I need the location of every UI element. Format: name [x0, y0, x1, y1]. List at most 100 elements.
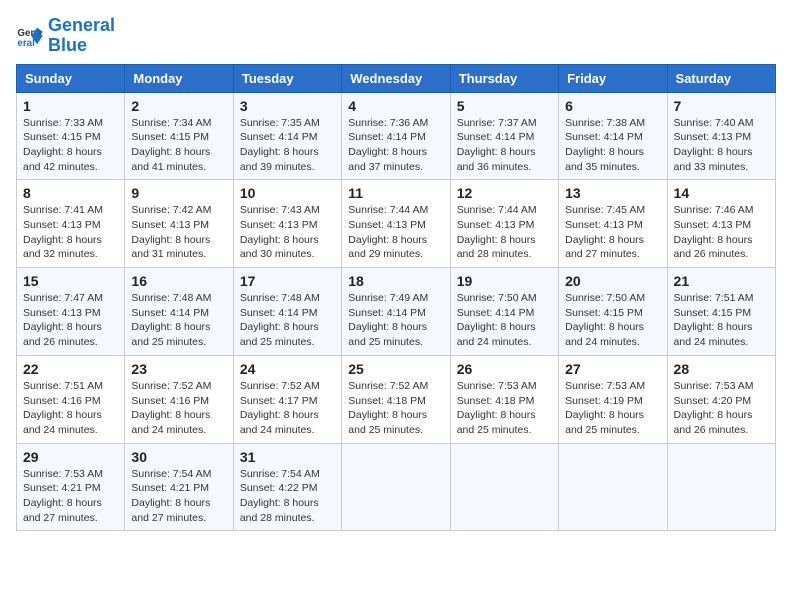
day-number: 19	[457, 273, 552, 289]
calendar-cell	[342, 443, 450, 531]
day-info: Sunrise: 7:33 AMSunset: 4:15 PMDaylight:…	[23, 116, 118, 175]
calendar-cell: 19 Sunrise: 7:50 AMSunset: 4:14 PMDayligh…	[450, 268, 558, 356]
day-number: 6	[565, 98, 660, 114]
day-info: Sunrise: 7:44 AMSunset: 4:13 PMDaylight:…	[348, 203, 443, 262]
calendar-cell: 31 Sunrise: 7:54 AMSunset: 4:22 PMDayligh…	[233, 443, 341, 531]
calendar-cell: 25Sunrise: 7:52 AMSunset: 4:18 PMDayligh…	[342, 355, 450, 443]
day-number: 26	[457, 361, 552, 377]
calendar-cell: 26 Sunrise: 7:53 AMSunset: 4:18 PMDayligh…	[450, 355, 558, 443]
day-number: 3	[240, 98, 335, 114]
calendar-cell: 22 Sunrise: 7:51 AMSunset: 4:16 PMDayligh…	[17, 355, 125, 443]
calendar-cell	[559, 443, 667, 531]
day-number: 27	[565, 361, 660, 377]
day-info: Sunrise: 7:45 AMSunset: 4:13 PMDaylight:…	[565, 203, 660, 262]
day-number: 30	[131, 449, 226, 465]
calendar-week-5: 29 Sunrise: 7:53 AMSunset: 4:21 PMDayligh…	[17, 443, 776, 531]
calendar-week-3: 15 Sunrise: 7:47 AMSunset: 4:13 PMDayligh…	[17, 268, 776, 356]
day-number: 7	[674, 98, 769, 114]
day-number: 16	[131, 273, 226, 289]
day-info: Sunrise: 7:49 AMSunset: 4:14 PMDaylight:…	[348, 291, 443, 350]
calendar-cell: 14Sunrise: 7:46 AMSunset: 4:13 PMDayligh…	[667, 180, 775, 268]
page-header: Gen eral GeneralBlue	[16, 16, 776, 56]
weekday-header-thursday: Thursday	[450, 64, 558, 92]
calendar-cell: 4 Sunrise: 7:36 AMSunset: 4:14 PMDaylight…	[342, 92, 450, 180]
day-info: Sunrise: 7:46 AMSunset: 4:13 PMDaylight:…	[674, 203, 769, 262]
weekday-header-saturday: Saturday	[667, 64, 775, 92]
day-number: 13	[565, 185, 660, 201]
day-info: Sunrise: 7:36 AMSunset: 4:14 PMDaylight:…	[348, 116, 443, 175]
calendar-cell: 9 Sunrise: 7:42 AMSunset: 4:13 PMDaylight…	[125, 180, 233, 268]
day-number: 9	[131, 185, 226, 201]
day-info: Sunrise: 7:50 AMSunset: 4:14 PMDaylight:…	[457, 291, 552, 350]
calendar-table: SundayMondayTuesdayWednesdayThursdayFrid…	[16, 64, 776, 532]
day-number: 29	[23, 449, 118, 465]
day-number: 4	[348, 98, 443, 114]
calendar-cell: 5 Sunrise: 7:37 AMSunset: 4:14 PMDaylight…	[450, 92, 558, 180]
calendar-body: 1 Sunrise: 7:33 AMSunset: 4:15 PMDaylight…	[17, 92, 776, 531]
weekday-header-monday: Monday	[125, 64, 233, 92]
logo: Gen eral GeneralBlue	[16, 16, 115, 56]
day-number: 11	[348, 185, 443, 201]
calendar-cell: 6Sunrise: 7:38 AMSunset: 4:14 PMDaylight…	[559, 92, 667, 180]
day-info: Sunrise: 7:43 AMSunset: 4:13 PMDaylight:…	[240, 203, 335, 262]
calendar-cell: 15 Sunrise: 7:47 AMSunset: 4:13 PMDayligh…	[17, 268, 125, 356]
day-number: 2	[131, 98, 226, 114]
day-number: 23	[131, 361, 226, 377]
logo-text: GeneralBlue	[48, 16, 115, 56]
weekday-header-sunday: Sunday	[17, 64, 125, 92]
day-info: Sunrise: 7:44 AMSunset: 4:13 PMDaylight:…	[457, 203, 552, 262]
svg-text:eral: eral	[17, 38, 35, 49]
day-number: 31	[240, 449, 335, 465]
day-info: Sunrise: 7:35 AMSunset: 4:14 PMDaylight:…	[240, 116, 335, 175]
day-info: Sunrise: 7:42 AMSunset: 4:13 PMDaylight:…	[131, 203, 226, 262]
day-info: Sunrise: 7:52 AMSunset: 4:17 PMDaylight:…	[240, 379, 335, 438]
calendar-cell: 28 Sunrise: 7:53 AMSunset: 4:20 PMDayligh…	[667, 355, 775, 443]
weekday-header-wednesday: Wednesday	[342, 64, 450, 92]
day-number: 28	[674, 361, 769, 377]
day-info: Sunrise: 7:54 AMSunset: 4:22 PMDaylight:…	[240, 467, 335, 526]
calendar-cell: 1 Sunrise: 7:33 AMSunset: 4:15 PMDaylight…	[17, 92, 125, 180]
day-info: Sunrise: 7:53 AMSunset: 4:21 PMDaylight:…	[23, 467, 118, 526]
day-number: 1	[23, 98, 118, 114]
calendar-cell	[667, 443, 775, 531]
day-info: Sunrise: 7:51 AMSunset: 4:16 PMDaylight:…	[23, 379, 118, 438]
calendar-week-1: 1 Sunrise: 7:33 AMSunset: 4:15 PMDaylight…	[17, 92, 776, 180]
weekday-header-row: SundayMondayTuesdayWednesdayThursdayFrid…	[17, 64, 776, 92]
calendar-cell: 12Sunrise: 7:44 AMSunset: 4:13 PMDayligh…	[450, 180, 558, 268]
day-info: Sunrise: 7:52 AMSunset: 4:16 PMDaylight:…	[131, 379, 226, 438]
calendar-cell	[450, 443, 558, 531]
calendar-cell: 2Sunrise: 7:34 AMSunset: 4:15 PMDaylight…	[125, 92, 233, 180]
day-info: Sunrise: 7:41 AMSunset: 4:13 PMDaylight:…	[23, 203, 118, 262]
day-number: 18	[348, 273, 443, 289]
day-number: 22	[23, 361, 118, 377]
calendar-cell: 3 Sunrise: 7:35 AMSunset: 4:14 PMDaylight…	[233, 92, 341, 180]
day-info: Sunrise: 7:53 AMSunset: 4:19 PMDaylight:…	[565, 379, 660, 438]
calendar-cell: 24 Sunrise: 7:52 AMSunset: 4:17 PMDayligh…	[233, 355, 341, 443]
calendar-cell: 23 Sunrise: 7:52 AMSunset: 4:16 PMDayligh…	[125, 355, 233, 443]
day-number: 24	[240, 361, 335, 377]
weekday-header-tuesday: Tuesday	[233, 64, 341, 92]
day-number: 5	[457, 98, 552, 114]
day-info: Sunrise: 7:53 AMSunset: 4:20 PMDaylight:…	[674, 379, 769, 438]
day-number: 20	[565, 273, 660, 289]
day-info: Sunrise: 7:37 AMSunset: 4:14 PMDaylight:…	[457, 116, 552, 175]
day-info: Sunrise: 7:54 AMSunset: 4:21 PMDaylight:…	[131, 467, 226, 526]
day-info: Sunrise: 7:53 AMSunset: 4:18 PMDaylight:…	[457, 379, 552, 438]
calendar-cell: 27 Sunrise: 7:53 AMSunset: 4:19 PMDayligh…	[559, 355, 667, 443]
calendar-cell: 21Sunrise: 7:51 AMSunset: 4:15 PMDayligh…	[667, 268, 775, 356]
day-number: 15	[23, 273, 118, 289]
calendar-cell: 7Sunrise: 7:40 AMSunset: 4:13 PMDaylight…	[667, 92, 775, 180]
day-info: Sunrise: 7:48 AMSunset: 4:14 PMDaylight:…	[131, 291, 226, 350]
day-number: 10	[240, 185, 335, 201]
calendar-cell: 10 Sunrise: 7:43 AMSunset: 4:13 PMDayligh…	[233, 180, 341, 268]
calendar-cell: 18 Sunrise: 7:49 AMSunset: 4:14 PMDayligh…	[342, 268, 450, 356]
day-info: Sunrise: 7:52 AMSunset: 4:18 PMDaylight:…	[348, 379, 443, 438]
day-number: 8	[23, 185, 118, 201]
calendar-cell: 20Sunrise: 7:50 AMSunset: 4:15 PMDayligh…	[559, 268, 667, 356]
calendar-cell: 8 Sunrise: 7:41 AMSunset: 4:13 PMDaylight…	[17, 180, 125, 268]
calendar-cell: 11 Sunrise: 7:44 AMSunset: 4:13 PMDayligh…	[342, 180, 450, 268]
calendar-cell: 29 Sunrise: 7:53 AMSunset: 4:21 PMDayligh…	[17, 443, 125, 531]
day-info: Sunrise: 7:47 AMSunset: 4:13 PMDaylight:…	[23, 291, 118, 350]
calendar-cell: 16 Sunrise: 7:48 AMSunset: 4:14 PMDayligh…	[125, 268, 233, 356]
calendar-cell: 13 Sunrise: 7:45 AMSunset: 4:13 PMDayligh…	[559, 180, 667, 268]
